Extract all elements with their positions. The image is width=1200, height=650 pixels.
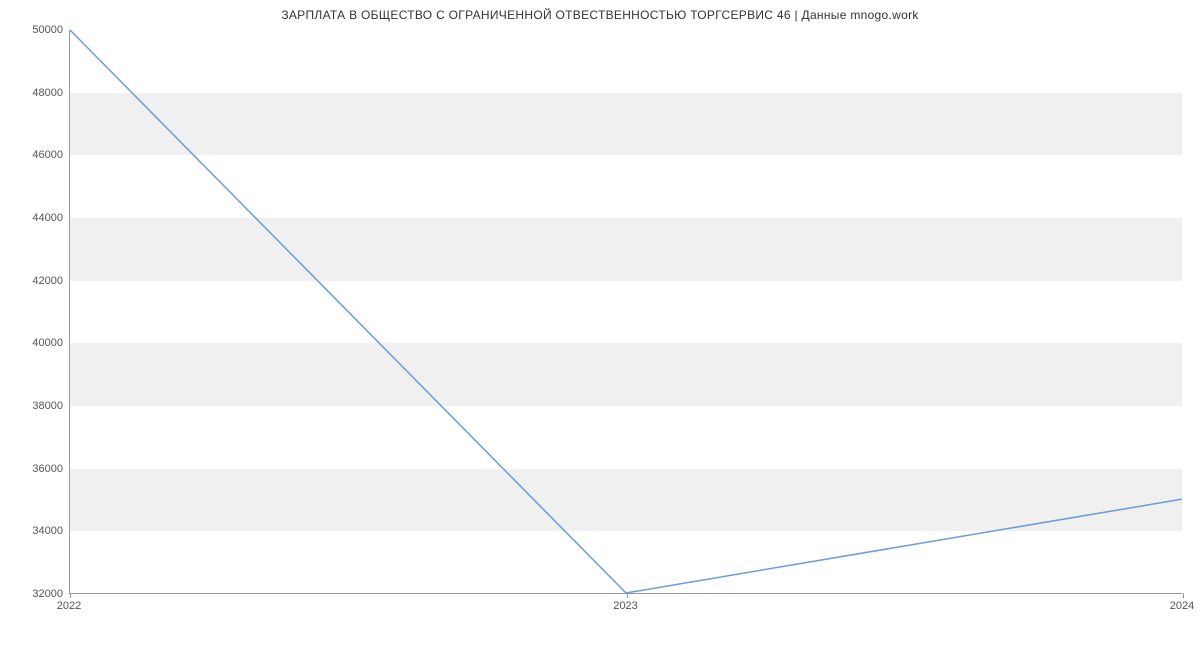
y-tick-label: 40000 <box>8 337 63 349</box>
y-tick-label: 44000 <box>8 212 63 224</box>
y-tick-label: 34000 <box>8 525 63 537</box>
x-tick-label: 2022 <box>57 600 81 612</box>
y-tick-label: 50000 <box>8 24 63 36</box>
plot-area <box>69 30 1182 594</box>
y-tick-label: 42000 <box>8 275 63 287</box>
y-tick-label: 46000 <box>8 149 63 161</box>
y-tick-label: 48000 <box>8 87 63 99</box>
y-tick-label: 38000 <box>8 400 63 412</box>
chart-svg <box>70 30 1182 593</box>
chart-container: ЗАРПЛАТА В ОБЩЕСТВО С ОГРАНИЧЕННОЙ ОТВЕС… <box>0 0 1200 650</box>
chart-title: ЗАРПЛАТА В ОБЩЕСТВО С ОГРАНИЧЕННОЙ ОТВЕС… <box>0 8 1200 22</box>
data-line <box>70 30 1182 593</box>
x-tick-mark <box>1183 593 1184 598</box>
x-tick-label: 2024 <box>1170 600 1194 612</box>
x-tick-mark <box>70 593 71 598</box>
y-tick-label: 32000 <box>8 588 63 600</box>
y-tick-label: 36000 <box>8 463 63 475</box>
x-tick-mark <box>627 593 628 598</box>
x-tick-label: 2023 <box>613 600 637 612</box>
